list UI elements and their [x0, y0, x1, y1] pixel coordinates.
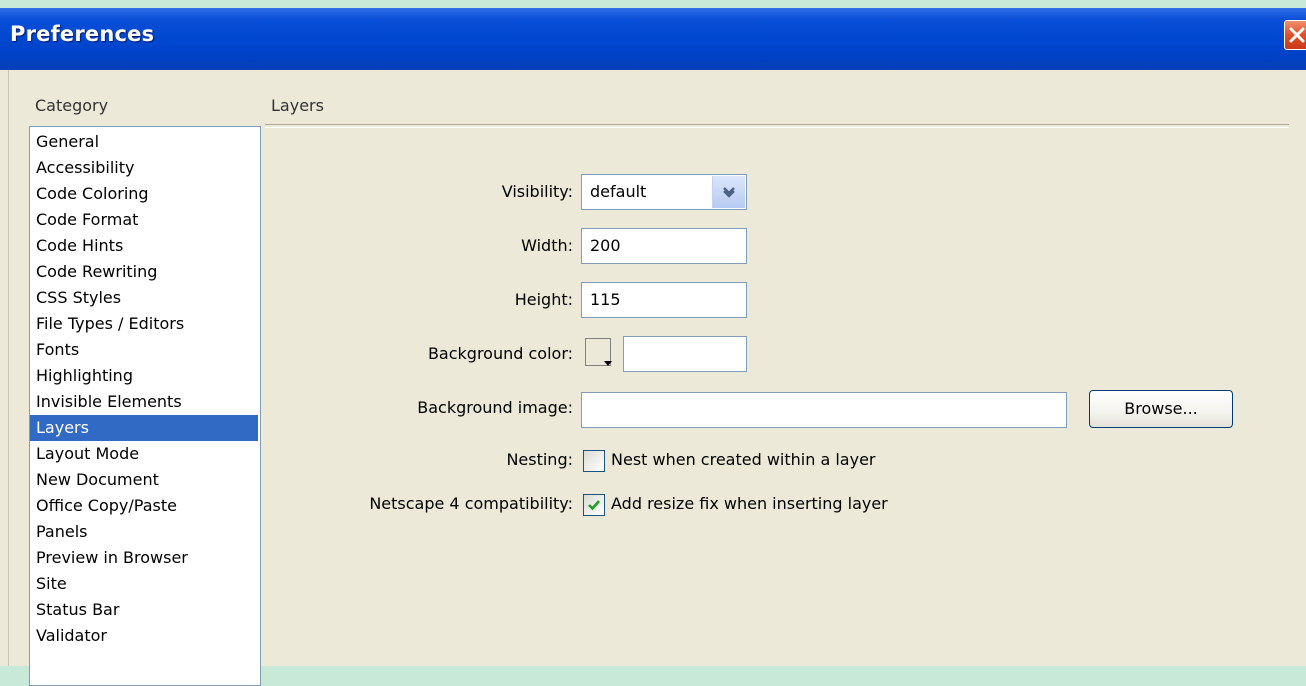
nesting-option-label[interactable]: Nest when created within a layer [611, 450, 875, 469]
visibility-label: Visibility: [501, 182, 573, 201]
browse-button[interactable]: Browse... [1089, 390, 1233, 428]
category-item-code-coloring[interactable]: Code Coloring [30, 181, 258, 207]
category-item-highlighting[interactable]: Highlighting [30, 363, 258, 389]
category-item-layout-mode[interactable]: Layout Mode [30, 441, 258, 467]
ns4-checkbox[interactable] [583, 494, 605, 516]
close-button[interactable] [1284, 20, 1306, 50]
category-item-accessibility[interactable]: Accessibility [30, 155, 258, 181]
category-item-site[interactable]: Site [30, 571, 258, 597]
height-input[interactable]: 115 [581, 282, 747, 318]
section-title: Layers [271, 96, 324, 115]
category-item-office-copy-paste[interactable]: Office Copy/Paste [30, 493, 258, 519]
category-item-general[interactable]: General [30, 129, 258, 155]
checkmark-icon [588, 500, 600, 511]
category-item-status-bar[interactable]: Status Bar [30, 597, 258, 623]
chevron-down-icon [723, 187, 735, 198]
window-title: Preferences [10, 22, 155, 46]
ns4-option-label[interactable]: Add resize fix when inserting layer [611, 494, 888, 513]
bgcolor-input[interactable] [623, 336, 747, 372]
close-icon [1289, 27, 1305, 43]
category-item-validator[interactable]: Validator [30, 623, 258, 649]
visibility-value: default [590, 182, 647, 201]
category-item-panels[interactable]: Panels [30, 519, 258, 545]
category-item-code-rewriting[interactable]: Code Rewriting [30, 259, 258, 285]
category-item-code-format[interactable]: Code Format [30, 207, 258, 233]
bgimage-label: Background image: [417, 398, 573, 417]
nesting-label: Nesting: [506, 450, 573, 469]
width-label: Width: [521, 236, 573, 255]
category-item-fonts[interactable]: Fonts [30, 337, 258, 363]
category-item-code-hints[interactable]: Code Hints [30, 233, 258, 259]
category-item-layers[interactable]: Layers [30, 415, 258, 441]
category-item-css-styles[interactable]: CSS Styles [30, 285, 258, 311]
category-item-new-document[interactable]: New Document [30, 467, 258, 493]
category-header: Category [35, 96, 109, 115]
preferences-dialog: Preferences Category Layers General Acces… [0, 8, 1306, 686]
bgcolor-picker[interactable] [581, 332, 621, 372]
color-dropdown-icon [604, 361, 612, 366]
category-list[interactable]: General Accessibility Code Coloring Code Fo… [29, 126, 261, 686]
visibility-select[interactable]: default [581, 174, 747, 210]
nesting-checkbox[interactable] [583, 450, 605, 472]
category-item-file-types-editors[interactable]: File Types / Editors [30, 311, 258, 337]
bgimage-input[interactable] [581, 392, 1067, 428]
width-input[interactable]: 200 [581, 228, 747, 264]
visibility-dropdown-button[interactable] [712, 176, 745, 208]
category-item-preview-in-browser[interactable]: Preview in Browser [30, 545, 258, 571]
bgcolor-label: Background color: [427, 344, 573, 363]
title-bar[interactable]: Preferences [0, 8, 1306, 70]
dialog-client-area: Category Layers General Accessibility Code… [8, 70, 1306, 686]
height-label: Height: [514, 290, 573, 309]
section-divider [265, 124, 1289, 128]
ns4-label: Netscape 4 compatibility: [369, 494, 573, 513]
desktop-background [0, 0, 1306, 8]
category-item-invisible-elements[interactable]: Invisible Elements [30, 389, 258, 415]
